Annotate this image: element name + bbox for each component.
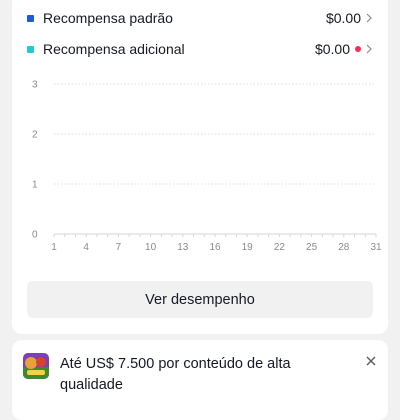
reward-value: $0.00 [325,10,361,26]
x-tick-label: 16 [209,242,221,253]
daily-rewards-chart: 01231 4 7 10 13 16 19 22 25 28 31 [32,80,382,253]
reward-row-additional[interactable]: Recompensa adicional $0.00 [27,38,373,60]
x-tick-label: 25 [306,242,318,253]
standard-legend-swatch [27,14,34,22]
promo-card[interactable]: Até US$ 7.500 por conteúdo de alta quali… [12,340,388,420]
x-tick-label: 28 [338,242,350,253]
reward-label: Recompensa adicional [43,41,185,57]
x-tick-label: 10 [145,242,157,253]
x-tick-label: 19 [242,242,254,253]
reward-row-standard[interactable]: Recompensa padrão $0.00 [27,7,373,29]
chevron-right-icon [366,44,372,54]
additional-legend-swatch [27,45,34,53]
x-tick-label: 31 [370,242,382,253]
view-performance-button[interactable]: Ver desempenho [27,281,373,318]
close-icon[interactable] [364,354,378,368]
alert-dot [355,46,361,52]
x-tick-label: 1 [51,242,57,253]
x-tick-label: 22 [274,242,286,253]
rewards-card: Recompensa padrão $0.00 Recompensa adici… [12,0,388,334]
promo-text: Até US$ 7.500 por conteúdo de alta quali… [60,356,291,393]
x-tick-label: 4 [83,242,89,253]
y-tick-label: 1 [32,180,38,191]
y-tick-label: 2 [32,130,38,141]
game-app-icon [23,353,49,379]
x-tick-label: 13 [177,242,189,253]
reward-label: Recompensa padrão [43,10,173,26]
x-tick-label: 7 [116,242,122,253]
y-tick-label: 0 [32,230,38,241]
chevron-right-icon [366,13,372,23]
reward-value: $0.00 [314,41,350,57]
y-tick-label: 3 [32,80,38,91]
